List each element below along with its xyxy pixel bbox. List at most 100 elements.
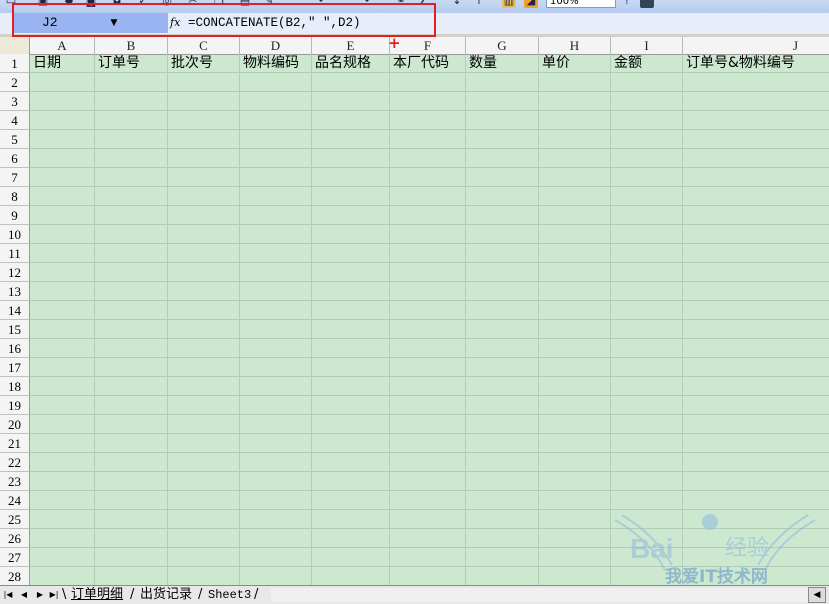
cell-g12[interactable] (466, 263, 539, 282)
cell-g16[interactable] (466, 339, 539, 358)
cell-a9[interactable] (30, 206, 95, 225)
cell-a10[interactable] (30, 225, 95, 244)
cell-g2[interactable] (466, 73, 539, 92)
cell-d15[interactable] (240, 320, 312, 339)
cell-a6[interactable] (30, 149, 95, 168)
sort-asc-icon[interactable]: ↓ (450, 0, 464, 8)
row-header[interactable]: 13 (0, 282, 30, 301)
cell-g22[interactable] (466, 453, 539, 472)
cell-b26[interactable] (95, 529, 168, 548)
cell-h20[interactable] (539, 415, 611, 434)
cell-e20[interactable] (312, 415, 390, 434)
cell-f20[interactable] (390, 415, 466, 434)
cell-b4[interactable] (95, 111, 168, 130)
cell-h5[interactable] (539, 130, 611, 149)
cell-b11[interactable] (95, 244, 168, 263)
drawing-icon[interactable]: ◢ (524, 0, 538, 8)
cell-h15[interactable] (539, 320, 611, 339)
cell-d8[interactable] (240, 187, 312, 206)
cell-c28[interactable] (168, 567, 240, 585)
cell-d28[interactable] (240, 567, 312, 585)
cell-d25[interactable] (240, 510, 312, 529)
cell-c21[interactable] (168, 434, 240, 453)
cell-c15[interactable] (168, 320, 240, 339)
cell-b15[interactable] (95, 320, 168, 339)
cell-d7[interactable] (240, 168, 312, 187)
cell-i26[interactable] (611, 529, 683, 548)
cell-i3[interactable] (611, 92, 683, 111)
cell-f6[interactable] (390, 149, 466, 168)
cell-a23[interactable] (30, 472, 95, 491)
tab-order-details[interactable]: 订单明细 (71, 586, 123, 603)
cell-i10[interactable] (611, 225, 683, 244)
row-header[interactable]: 5 (0, 130, 30, 149)
cell-f10[interactable] (390, 225, 466, 244)
cell-h1[interactable]: 单价 (539, 54, 611, 73)
cell-d11[interactable] (240, 244, 312, 263)
cell-i27[interactable] (611, 548, 683, 567)
cell-i20[interactable] (611, 415, 683, 434)
cell-g23[interactable] (466, 472, 539, 491)
cell-c14[interactable] (168, 301, 240, 320)
cell-j11[interactable] (683, 244, 829, 263)
cell-a17[interactable] (30, 358, 95, 377)
column-header-h[interactable]: H (539, 37, 611, 54)
preview-icon[interactable]: ◘ (110, 0, 124, 8)
cell-j16[interactable] (683, 339, 829, 358)
cell-j7[interactable] (683, 168, 829, 187)
row-header[interactable]: 19 (0, 396, 30, 415)
cell-h8[interactable] (539, 187, 611, 206)
row-header[interactable]: 22 (0, 453, 30, 472)
cell-j4[interactable] (683, 111, 829, 130)
cell-h19[interactable] (539, 396, 611, 415)
cell-b3[interactable] (95, 92, 168, 111)
cell-f16[interactable] (390, 339, 466, 358)
cell-a26[interactable] (30, 529, 95, 548)
cell-j9[interactable] (683, 206, 829, 225)
cell-e21[interactable] (312, 434, 390, 453)
cell-j5[interactable] (683, 130, 829, 149)
cell-f25[interactable] (390, 510, 466, 529)
column-header-c[interactable]: C (168, 37, 240, 54)
hyperlink-icon[interactable]: ⚭ (394, 0, 408, 8)
column-header-f[interactable]: F (390, 37, 466, 54)
row-header[interactable]: 9 (0, 206, 30, 225)
cell-i22[interactable] (611, 453, 683, 472)
cell-g13[interactable] (466, 282, 539, 301)
cell-b6[interactable] (95, 149, 168, 168)
cell-g14[interactable] (466, 301, 539, 320)
cell-b2[interactable] (95, 73, 168, 92)
cell-f18[interactable] (390, 377, 466, 396)
cell-h12[interactable] (539, 263, 611, 282)
cell-e6[interactable] (312, 149, 390, 168)
cell-e1[interactable]: 品名规格 (312, 54, 390, 73)
cell-e13[interactable] (312, 282, 390, 301)
cell-h17[interactable] (539, 358, 611, 377)
cell-j18[interactable] (683, 377, 829, 396)
row-header[interactable]: 8 (0, 187, 30, 206)
cell-j1[interactable]: 订单号&物料编号 (683, 54, 829, 73)
cell-h28[interactable] (539, 567, 611, 585)
cell-c24[interactable] (168, 491, 240, 510)
cell-f26[interactable] (390, 529, 466, 548)
cell-i15[interactable] (611, 320, 683, 339)
cell-b16[interactable] (95, 339, 168, 358)
cell-b27[interactable] (95, 548, 168, 567)
cell-g9[interactable] (466, 206, 539, 225)
cell-i13[interactable] (611, 282, 683, 301)
cell-b12[interactable] (95, 263, 168, 282)
format-painter-icon[interactable]: ✎ (262, 0, 276, 8)
cell-g26[interactable] (466, 529, 539, 548)
cell-b22[interactable] (95, 453, 168, 472)
cell-d26[interactable] (240, 529, 312, 548)
cell-b28[interactable] (95, 567, 168, 585)
cell-c7[interactable] (168, 168, 240, 187)
cell-d10[interactable] (240, 225, 312, 244)
row-header[interactable]: 21 (0, 434, 30, 453)
cell-h14[interactable] (539, 301, 611, 320)
cell-g7[interactable] (466, 168, 539, 187)
cell-e3[interactable] (312, 92, 390, 111)
cell-i8[interactable] (611, 187, 683, 206)
row-header[interactable]: 7 (0, 168, 30, 187)
cell-f14[interactable] (390, 301, 466, 320)
